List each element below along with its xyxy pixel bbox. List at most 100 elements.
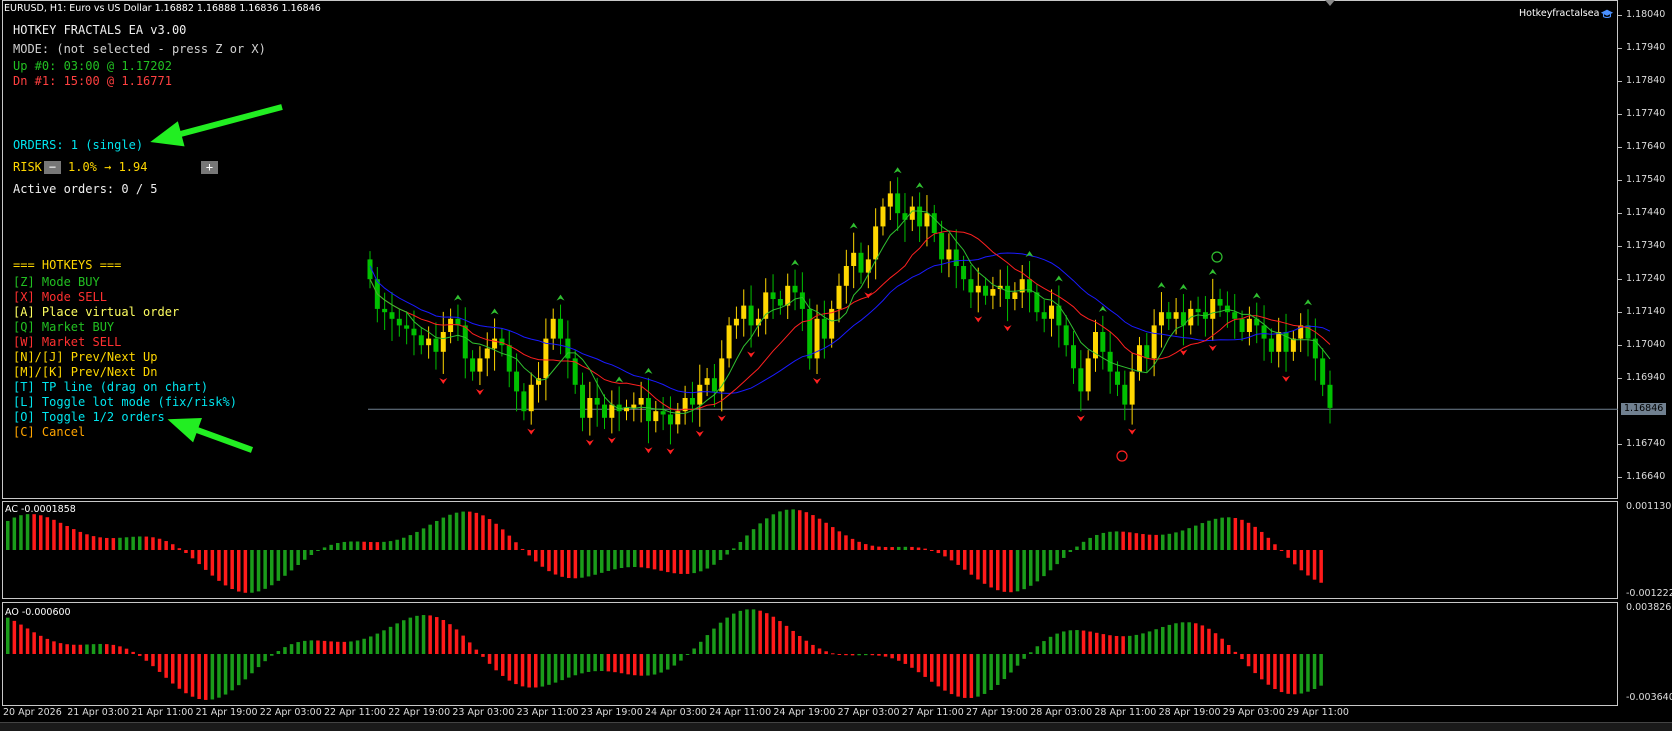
ac-histogram-bar bbox=[1134, 533, 1139, 550]
time-label: 23 Apr 19:00 bbox=[580, 707, 643, 718]
time-label: 28 Apr 11:00 bbox=[1094, 707, 1157, 718]
ac-histogram-bar bbox=[751, 529, 756, 550]
ao-histogram-bar bbox=[190, 654, 195, 697]
ao-histogram-bar bbox=[342, 641, 347, 654]
ac-histogram-bar bbox=[52, 519, 56, 550]
ao-histogram-bar bbox=[441, 619, 446, 654]
candle-body bbox=[1268, 338, 1274, 352]
candle-body bbox=[1166, 312, 1172, 319]
ac-histogram-bar bbox=[197, 550, 201, 565]
time-label: 22 Apr 03:00 bbox=[259, 707, 322, 718]
candle-body bbox=[638, 398, 644, 405]
time-label: 29 Apr 11:00 bbox=[1287, 707, 1349, 718]
candle-body bbox=[983, 285, 989, 296]
ao-histogram-bar bbox=[639, 654, 644, 676]
ac-histogram-bar bbox=[164, 541, 168, 550]
candle-body bbox=[1195, 308, 1201, 313]
ao-histogram-bar bbox=[151, 654, 155, 667]
ao-histogram-bar bbox=[1207, 628, 1211, 654]
ao-histogram-bar bbox=[85, 644, 89, 654]
ac-histogram-bar bbox=[738, 541, 743, 550]
ao-histogram-bar bbox=[1253, 654, 1257, 674]
candle-body bbox=[1290, 338, 1296, 352]
ao-histogram-bar bbox=[322, 640, 327, 654]
up-fractal-arrow bbox=[1054, 275, 1063, 282]
ao-histogram-bar bbox=[1015, 654, 1020, 666]
ao-histogram-bar bbox=[32, 632, 36, 654]
candle-body bbox=[741, 305, 747, 319]
annotation-arrow-orders-head bbox=[150, 121, 185, 147]
ac-histogram-bar bbox=[659, 550, 663, 571]
ac-histogram-bar bbox=[593, 550, 597, 575]
ao-histogram-bar bbox=[1220, 638, 1224, 654]
ao-histogram-bar bbox=[1108, 635, 1112, 654]
ac-histogram-bar bbox=[811, 515, 815, 550]
ao-histogram-bar bbox=[586, 654, 591, 672]
candle-body bbox=[1071, 345, 1077, 369]
candle-body bbox=[843, 266, 849, 286]
ao-histogram-bar bbox=[1260, 654, 1264, 680]
ao-histogram-bar bbox=[184, 654, 188, 694]
ao-histogram-bar bbox=[1200, 625, 1205, 654]
candle-body bbox=[939, 233, 945, 260]
ac-histogram-bar bbox=[692, 550, 696, 574]
candle-body bbox=[704, 378, 710, 385]
ao-histogram-bar bbox=[369, 636, 373, 654]
ao-histogram-bar bbox=[91, 644, 96, 654]
chart-header: EURUSD, H1: Euro vs US Dollar 1.16882 1.… bbox=[4, 3, 321, 14]
ao-histogram-bar bbox=[659, 654, 663, 673]
ao-histogram-bar bbox=[270, 654, 274, 656]
ac-histogram-bar bbox=[217, 550, 221, 581]
ac-histogram-bar bbox=[646, 550, 650, 569]
ac-histogram-bar bbox=[514, 542, 518, 550]
ac-histogram-bar bbox=[1213, 518, 1218, 550]
ao-histogram-bar bbox=[494, 654, 498, 671]
candle-body bbox=[1144, 345, 1150, 359]
ao-histogram-bar bbox=[105, 644, 109, 654]
ea-title: HOTKEY FRACTALS EA v3.00 bbox=[13, 23, 187, 37]
ac-histogram-bar bbox=[619, 550, 624, 569]
ao-histogram-bar bbox=[316, 640, 320, 654]
candle-body bbox=[961, 266, 967, 280]
candle-body bbox=[1151, 325, 1157, 359]
candle-body bbox=[631, 404, 637, 408]
ac-histogram-bar bbox=[210, 550, 215, 576]
ao-histogram-bar bbox=[1194, 623, 1198, 654]
candle-body bbox=[733, 318, 739, 326]
ac-histogram-bar bbox=[666, 550, 670, 573]
ac-histogram-bar bbox=[6, 520, 10, 550]
ac-histogram-bar bbox=[1009, 550, 1013, 593]
ac-histogram-bar bbox=[890, 547, 894, 550]
ao-histogram-bar bbox=[283, 647, 287, 654]
candle-body bbox=[667, 414, 673, 425]
candle-body bbox=[953, 249, 959, 266]
risk-minus-button[interactable]: − bbox=[44, 161, 61, 174]
candle-body bbox=[726, 325, 732, 359]
ac-histogram-bar bbox=[837, 531, 842, 550]
ao-histogram-bar bbox=[613, 654, 617, 673]
up-fractal-arrow bbox=[644, 367, 653, 374]
ao-histogram-bar bbox=[963, 654, 967, 698]
ac-histogram-bar bbox=[461, 511, 465, 550]
ac-histogram-bar bbox=[540, 550, 545, 567]
ao-histogram-bar bbox=[1141, 633, 1145, 654]
ao-histogram-bar bbox=[481, 654, 485, 657]
ma-fast-line bbox=[369, 210, 1331, 414]
risk-plus-button[interactable]: + bbox=[201, 161, 218, 174]
ao-histogram-bar bbox=[1227, 644, 1231, 654]
ac-histogram-bar bbox=[791, 509, 795, 550]
ac-histogram-bar bbox=[1029, 550, 1033, 586]
chart-canvas[interactable] bbox=[0, 0, 1672, 730]
ac-histogram-bar bbox=[131, 536, 135, 550]
candle-body bbox=[895, 193, 901, 214]
mode-status: MODE: (not selected - press Z or X) bbox=[13, 42, 266, 56]
ac-histogram-bar bbox=[1187, 528, 1191, 550]
ao-histogram-bar bbox=[1035, 646, 1040, 654]
chart-shift-marker bbox=[1325, 0, 1335, 6]
candle-body bbox=[1232, 312, 1238, 319]
hotkey-item: [C] Cancel bbox=[13, 425, 86, 439]
candle-body bbox=[396, 318, 402, 326]
candle-body bbox=[1158, 312, 1164, 326]
ao-histogram-bar bbox=[600, 654, 604, 672]
candle-body bbox=[1012, 292, 1018, 299]
